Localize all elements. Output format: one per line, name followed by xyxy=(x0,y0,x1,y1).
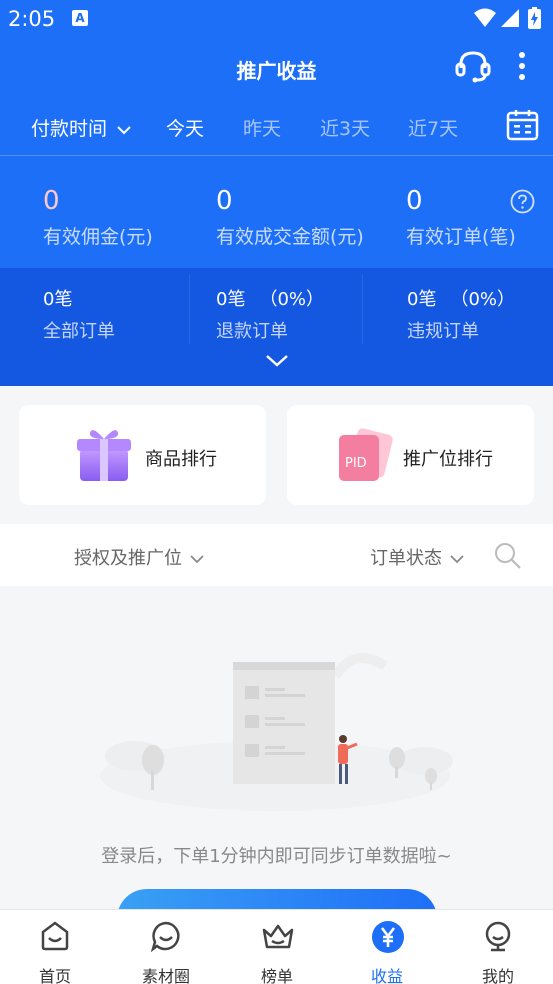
violation-orders-value: 0 xyxy=(407,289,419,310)
tab-material-label: 素材圈 xyxy=(141,967,190,984)
home-icon xyxy=(41,921,69,951)
chevron-down-icon xyxy=(190,555,204,564)
stat-refund-orders[interactable]: 0笔 （0%） 退款订单 xyxy=(216,289,324,343)
stat-commission[interactable]: 0 有效佣金(元) xyxy=(43,186,153,249)
profile-icon xyxy=(485,921,511,952)
stat-commission-value: 0 xyxy=(43,186,60,216)
tab-last-7-days[interactable]: 近7天 xyxy=(408,114,458,141)
status-time: 2:05 xyxy=(8,7,56,31)
notification-icon: A xyxy=(72,10,88,26)
tab-mine[interactable]: 我的 xyxy=(443,910,553,984)
all-orders-unit: 笔 xyxy=(54,289,73,310)
yen-icon xyxy=(372,921,404,953)
pay-time-dropdown[interactable]: 付款时间 xyxy=(31,114,131,141)
product-rank-card[interactable]: 商品排行 xyxy=(19,405,266,505)
tab-today[interactable]: 今天 xyxy=(166,114,204,141)
stat-amount-label: 有效成交金额(元) xyxy=(216,226,364,248)
divider xyxy=(189,274,190,344)
stat-violation-orders[interactable]: 0笔 （0%） 违规订单 xyxy=(407,289,515,343)
order-stats: 0笔 全部订单 0笔 （0%） 退款订单 0笔 （0%） 违规订单 xyxy=(0,268,553,386)
position-rank-card[interactable]: PID 推广位排行 xyxy=(287,405,534,505)
more-icon[interactable] xyxy=(512,50,532,84)
tab-ranking-label: 榜单 xyxy=(260,967,293,984)
help-icon[interactable] xyxy=(510,189,535,214)
tab-earnings[interactable]: 收益 xyxy=(332,910,442,984)
refund-orders-value: 0 xyxy=(216,289,228,310)
tab-ranking[interactable]: 榜单 xyxy=(222,910,332,984)
stat-amount[interactable]: 0 有效成交金额(元) xyxy=(216,186,364,249)
refund-orders-pct: （0%） xyxy=(259,289,325,310)
tab-yesterday[interactable]: 昨天 xyxy=(243,114,281,141)
battery-icon xyxy=(528,7,541,29)
stat-orders[interactable]: 0 有效订单(笔) xyxy=(406,186,516,249)
pid-text: PID xyxy=(345,456,367,471)
refund-orders-label: 退款订单 xyxy=(216,321,288,342)
time-filter-bar: 付款时间 今天 昨天 近3天 近7天 xyxy=(0,98,553,156)
empty-message: 登录后，下单1分钟内即可同步订单数据啦~ xyxy=(101,846,452,867)
search-icon[interactable] xyxy=(494,542,522,570)
all-orders-value: 0 xyxy=(43,289,55,310)
chevron-down-icon xyxy=(117,126,131,135)
stat-all-orders[interactable]: 0笔 全部订单 xyxy=(43,289,115,343)
product-rank-label: 商品排行 xyxy=(145,449,217,470)
calendar-icon[interactable] xyxy=(506,108,539,141)
order-status-dropdown[interactable]: 订单状态 xyxy=(370,544,464,570)
stat-commission-label: 有效佣金(元) xyxy=(43,226,153,248)
tab-earnings-label: 收益 xyxy=(370,967,403,984)
signal-icon xyxy=(501,9,519,27)
customer-service-icon[interactable] xyxy=(455,50,491,84)
stat-amount-value: 0 xyxy=(216,186,233,216)
auth-position-label: 授权及推广位 xyxy=(74,548,182,569)
position-rank-label: 推广位排行 xyxy=(403,449,493,470)
all-orders-label: 全部订单 xyxy=(43,321,115,342)
refund-orders-unit: 笔 xyxy=(227,289,246,310)
divider xyxy=(362,274,363,344)
auth-position-dropdown[interactable]: 授权及推广位 xyxy=(74,544,204,570)
earnings-stats: 0 有效佣金(元) 0 有效成交金额(元) 0 有效订单(笔) xyxy=(0,156,553,268)
chat-icon xyxy=(150,921,180,952)
pid-icon: PID xyxy=(339,428,393,481)
violation-orders-unit: 笔 xyxy=(418,289,437,310)
empty-illustration xyxy=(100,653,453,811)
wifi-icon xyxy=(474,8,496,27)
status-bar: 2:05 A xyxy=(0,0,553,38)
pay-time-label: 付款时间 xyxy=(31,118,108,140)
violation-orders-label: 违规订单 xyxy=(407,321,479,342)
order-status-label: 订单状态 xyxy=(370,548,442,569)
expand-chevron-icon[interactable] xyxy=(265,354,289,368)
crown-icon xyxy=(262,924,294,949)
tab-home-label: 首页 xyxy=(38,967,71,984)
stat-orders-label: 有效订单(笔) xyxy=(406,226,516,248)
app-header: 推广收益 xyxy=(0,38,553,98)
empty-state: 登录后，下单1分钟内即可同步订单数据啦~ xyxy=(0,586,553,909)
login-button[interactable] xyxy=(117,889,437,909)
stat-orders-value: 0 xyxy=(406,186,423,216)
bottom-tab-bar: 首页 素材圈 榜单 收益 我的 xyxy=(0,909,553,984)
tab-last-3-days[interactable]: 近3天 xyxy=(320,114,370,141)
tab-mine-label: 我的 xyxy=(481,967,514,984)
tab-home[interactable]: 首页 xyxy=(0,910,110,984)
chevron-down-icon xyxy=(450,555,464,564)
violation-orders-pct: （0%） xyxy=(450,289,516,310)
order-filter-bar: 授权及推广位 订单状态 xyxy=(0,524,553,586)
tab-material[interactable]: 素材圈 xyxy=(111,910,221,984)
gift-icon xyxy=(77,430,131,481)
